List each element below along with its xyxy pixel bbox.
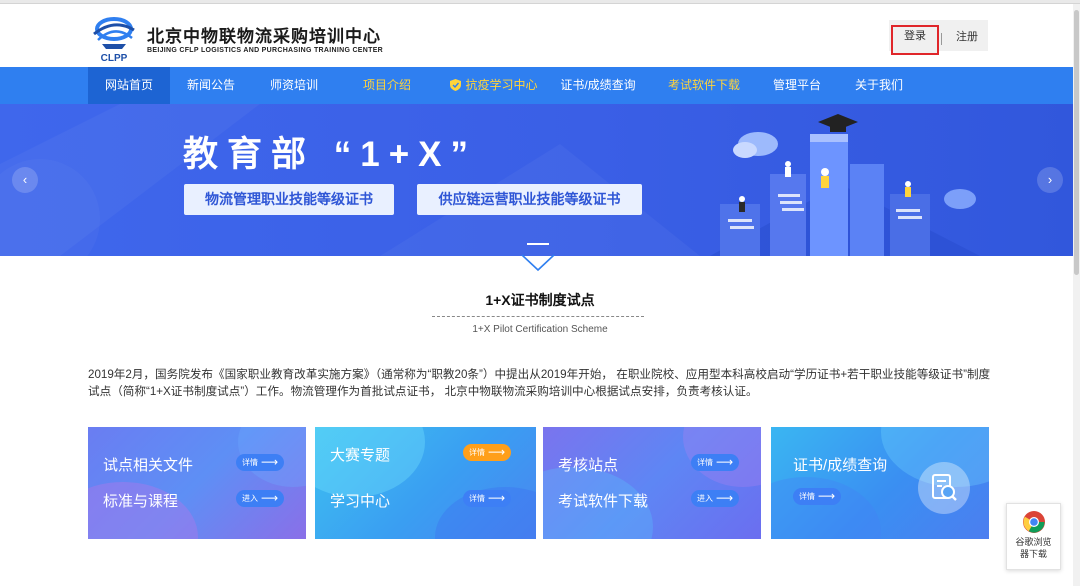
auth-divider <box>941 33 942 45</box>
search-document-glyph <box>932 474 957 501</box>
hero-banner[interactable]: ‹ › 教育部 “1+X” 物流管理职业技能等级证书 供应链运营职业技能等级证书 <box>0 104 1073 256</box>
chrome-widget-label-2: 器下载 <box>1019 549 1047 559</box>
card-button-label: 详情 <box>697 458 713 467</box>
nav-label: 网站首页 <box>104 78 153 92</box>
arrow-right-icon: ⟶ <box>261 455 279 469</box>
card-label[interactable]: 标准与课程 <box>103 490 178 511</box>
register-button[interactable]: 注册 <box>948 28 986 44</box>
nav-item-management[interactable]: 管理平台 <box>762 67 832 104</box>
nav-item-certificate-query[interactable]: 证书/成绩查询 <box>556 67 640 104</box>
shield-icon <box>450 79 462 91</box>
education-illustration <box>710 114 980 256</box>
nav-label: 证书/成绩查询 <box>560 78 636 92</box>
chevron-right-icon: › <box>1047 172 1053 187</box>
arrow-right-icon: ⟶ <box>488 445 506 459</box>
section-pointer-icon <box>521 254 555 272</box>
arrow-right-icon: ⟶ <box>488 491 506 505</box>
chrome-icon <box>1022 511 1045 533</box>
card-label[interactable]: 学习中心 <box>330 490 390 511</box>
card-detail-button[interactable]: 详情 ⟶ <box>691 454 740 471</box>
chrome-widget-label-1: 谷歌浏览 <box>1015 537 1052 547</box>
banner-prev-button[interactable]: ‹ <box>12 167 38 193</box>
banner-cert-supply-chain[interactable]: 供应链运营职业技能等级证书 <box>417 184 642 215</box>
card-button-label: 详情 <box>469 448 485 457</box>
site-subtitle: BEIJING CFLP LOGISTICS AND PURCHASING TR… <box>147 47 384 54</box>
section-divider <box>432 316 644 317</box>
chevron-left-icon: ‹ <box>22 172 28 187</box>
banner-next-button[interactable]: › <box>1037 167 1063 193</box>
card-label[interactable]: 证书/成绩查询 <box>793 454 887 475</box>
card-detail-button[interactable]: 详情 ⟶ <box>236 454 285 471</box>
arrow-right-icon: ⟶ <box>818 489 836 503</box>
section-title: 1+X证书制度试点 <box>485 292 595 308</box>
nav-label: 关于我们 <box>854 78 903 92</box>
card-enter-button[interactable]: 进入 ⟶ <box>236 490 285 507</box>
nav-item-exam-software[interactable]: 考试软件下载 <box>660 67 748 104</box>
main-nav: 网站首页 新闻公告 师资培训 项目介绍 抗疫学习中心 证书/成绩查询 考试软件下… <box>0 67 1073 104</box>
nav-item-projects[interactable]: 项目介绍 <box>346 67 428 104</box>
nav-label: 管理平台 <box>772 78 821 92</box>
card-detail-button[interactable]: 详情 ⟶ <box>793 488 842 505</box>
nav-label: 师资培训 <box>269 78 318 92</box>
decor <box>771 477 881 539</box>
card-button-label: 详情 <box>799 492 815 501</box>
card-enter-button[interactable]: 进入 ⟶ <box>691 490 740 507</box>
card-detail-button[interactable]: 详情 ⟶ <box>463 490 512 507</box>
card-label[interactable]: 考核站点 <box>558 454 618 475</box>
chrome-download-widget[interactable]: 谷歌浏览 器下载 <box>1006 503 1061 570</box>
card-competition: 大赛专题 详情 ⟶ 学习中心 详情 ⟶ <box>315 427 536 539</box>
nav-item-home[interactable]: 网站首页 <box>88 67 170 104</box>
card-button-label: 进入 <box>697 494 713 503</box>
nav-item-teacher-training[interactable]: 师资培训 <box>252 67 336 104</box>
nav-label: 新闻公告 <box>186 78 235 92</box>
login-button[interactable]: 登录 <box>891 25 939 55</box>
nav-label: 抗疫学习中心 <box>465 78 538 92</box>
card-label[interactable]: 考试软件下载 <box>558 490 648 511</box>
card-label[interactable]: 试点相关文件 <box>103 454 193 475</box>
section-subtitle: 1+X Pilot Certification Scheme <box>472 324 608 335</box>
arrow-right-icon: ⟶ <box>716 491 734 505</box>
card-button-label: 详情 <box>469 494 485 503</box>
banner-headline: 教育部 “1+X” <box>183 135 477 174</box>
card-certificate-query: 证书/成绩查询 详情 ⟶ <box>771 427 989 539</box>
intro-paragraph: 2019年2月，国务院发布《国家职业教育改革实施方案》（通常称为“职教20条”）… <box>88 368 991 398</box>
nav-item-anti-epidemic[interactable]: 抗疫学习中心 <box>444 67 544 104</box>
logo-mark-text: CLPP <box>101 53 128 64</box>
nav-label: 考试软件下载 <box>667 78 740 92</box>
card-button-label: 进入 <box>242 494 258 503</box>
site-title[interactable]: 北京中物联物流采购培训中心 <box>147 22 381 47</box>
banner-cert-logistics[interactable]: 物流管理职业技能等级证书 <box>184 184 394 215</box>
search-document-icon <box>918 462 970 514</box>
card-pilot-files: 试点相关文件 详情 ⟶ 标准与课程 进入 ⟶ <box>88 427 306 539</box>
nav-item-news[interactable]: 新闻公告 <box>170 67 252 104</box>
arrow-right-icon: ⟶ <box>261 491 279 505</box>
arrow-right-icon: ⟶ <box>716 455 734 469</box>
nav-item-about[interactable]: 关于我们 <box>844 67 914 104</box>
card-label[interactable]: 大赛专题 <box>330 444 390 465</box>
card-exam-sites: 考核站点 详情 ⟶ 考试软件下载 进入 ⟶ <box>543 427 761 539</box>
card-button-label: 详情 <box>242 458 258 467</box>
card-detail-button[interactable]: 详情 ⟶ <box>463 444 512 461</box>
scrollbar-thumb[interactable] <box>1074 10 1079 275</box>
banner-slide-indicator[interactable] <box>527 243 549 245</box>
clpp-logo-icon[interactable]: CLPP <box>88 14 140 64</box>
site-header: CLPP 北京中物联物流采购培训中心 BEIJING CFLP LOGISTIC… <box>0 4 1073 67</box>
nav-label: 项目介绍 <box>362 78 411 92</box>
page: CLPP 北京中物联物流采购培训中心 BEIJING CFLP LOGISTIC… <box>0 0 1080 586</box>
